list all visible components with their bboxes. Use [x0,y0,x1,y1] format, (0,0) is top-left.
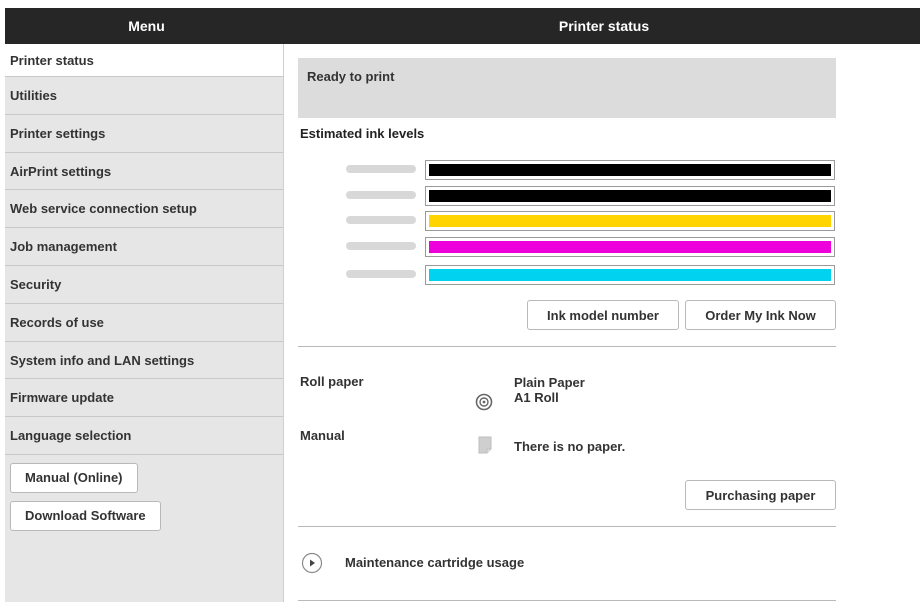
ink-level-fill [429,269,831,281]
ink-level-bar [425,186,835,206]
roll-paper-type: Plain Paper [514,375,585,390]
maintenance-cartridge-usage-label[interactable]: Maintenance cartridge usage [345,555,524,570]
ink-name-redacted [346,270,416,278]
roll-paper-size: A1 Roll [514,390,559,405]
ink-level-bar [425,265,835,285]
sidebar-item-printer-status[interactable]: Printer status [5,44,283,77]
ink-level-fill [429,215,831,227]
header-bar: Menu Printer status [5,8,920,44]
ink-model-number-button[interactable]: Ink model number [527,300,679,330]
ink-level-fill [429,190,831,202]
sidebar-item-airprint-settings[interactable]: AirPrint settings [5,153,283,191]
manual-feed-label: Manual [300,428,345,443]
ink-level-bar [425,237,835,257]
divider [298,600,836,601]
sidebar-item-system-info[interactable]: System info and LAN settings [5,342,283,380]
ink-row [298,186,836,206]
ink-name-redacted [346,242,416,250]
download-software-button[interactable]: Download Software [10,500,161,531]
ink-row [298,211,836,231]
manual-online-button[interactable]: Manual (Online) [10,462,138,493]
roll-paper-icon [475,393,493,411]
sidebar-item-utilities[interactable]: Utilities [5,77,283,115]
sidebar-item-language-selection[interactable]: Language selection [5,417,283,455]
sidebar-item-records-of-use[interactable]: Records of use [5,304,283,342]
status-box: Ready to print [298,58,836,118]
sidebar-item-job-management[interactable]: Job management [5,228,283,266]
expand-arrow-icon[interactable] [301,552,323,574]
status-text: Ready to print [307,69,395,84]
ink-levels-title: Estimated ink levels [300,126,425,141]
order-my-ink-now-button[interactable]: Order My Ink Now [685,300,836,330]
ink-row [298,237,836,257]
main-content: Ready to print Estimated ink levels Ink … [298,44,836,602]
sidebar: Printer status Utilities Printer setting… [5,44,284,602]
ink-level-bar [425,211,835,231]
ink-name-redacted [346,191,416,199]
divider [298,526,836,527]
sidebar-item-web-service-setup[interactable]: Web service connection setup [5,190,283,229]
roll-paper-label: Roll paper [300,374,364,389]
ink-name-redacted [346,216,416,224]
purchasing-paper-button[interactable]: Purchasing paper [685,480,836,510]
paper-sheet-icon [478,436,492,454]
divider [298,346,836,347]
ink-level-fill [429,241,831,253]
ink-row [298,160,836,180]
ink-name-redacted [346,165,416,173]
page-title: Printer status [558,18,650,34]
sidebar-item-security[interactable]: Security [5,266,283,304]
sidebar-item-firmware-update[interactable]: Firmware update [5,379,283,418]
menu-title: Menu [128,18,165,34]
ink-level-fill [429,164,831,176]
ink-level-bar [425,160,835,180]
sidebar-item-printer-settings[interactable]: Printer settings [5,115,283,153]
ink-row [298,265,836,285]
manual-feed-status: There is no paper. [514,439,626,454]
